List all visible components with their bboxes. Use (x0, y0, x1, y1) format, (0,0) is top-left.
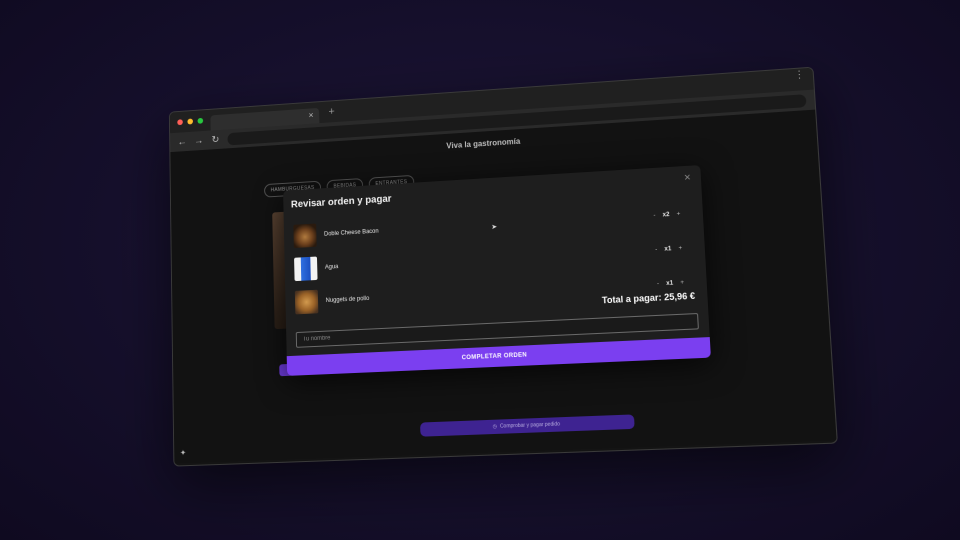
quantity-value: x2 (662, 212, 670, 219)
clock-icon: ◷ (492, 423, 498, 430)
close-window-button[interactable] (177, 119, 183, 126)
decrease-button[interactable]: - (653, 213, 655, 219)
checkout-button[interactable]: ◷ Comprobar y pagar pedido (420, 414, 635, 437)
page-content: Viva la gastronomía HAMBURGUESAS BEBIDAS… (170, 109, 837, 464)
water-thumbnail (294, 256, 318, 282)
increase-button[interactable]: + (680, 280, 684, 286)
close-icon[interactable]: × (684, 172, 691, 184)
increase-button[interactable]: + (678, 246, 682, 252)
burger-thumbnail (293, 223, 317, 249)
quantity-value: x1 (664, 246, 672, 253)
decrease-button[interactable]: - (655, 247, 657, 253)
back-arrow-icon[interactable]: ← (177, 136, 186, 147)
modal-title: Revisar orden y pagar (290, 193, 392, 211)
quantity-value: x1 (666, 280, 674, 287)
reload-icon[interactable]: ↻ (211, 134, 220, 145)
forward-arrow-icon[interactable]: → (194, 135, 203, 146)
order-review-modal: Revisar orden y pagar × Doble Cheese Bac… (283, 165, 711, 376)
window-controls (170, 117, 211, 126)
minimize-window-button[interactable] (187, 118, 193, 125)
browser-menu-icon[interactable]: ⋮ (794, 69, 805, 81)
increase-button[interactable]: + (677, 211, 681, 217)
sparkle-icon[interactable]: ✦ (180, 448, 186, 457)
checkout-button-label: Comprobar y pagar pedido (499, 421, 561, 430)
decrease-button[interactable]: - (657, 281, 659, 287)
item-name: Agua (324, 264, 339, 271)
mouse-cursor-icon: ➤ (491, 223, 498, 232)
nuggets-thumbnail (294, 289, 319, 315)
maximize-window-button[interactable] (197, 117, 204, 124)
quantity-stepper: - x1 + (657, 280, 684, 287)
item-name: Doble Cheese Bacon (324, 228, 379, 238)
item-name: Nuggets de pollo (325, 295, 370, 305)
browser-window: × + ⋮ ← → ↻ Viva la gastronomía HAMBURGU… (168, 66, 838, 467)
stage: × + ⋮ ← → ↻ Viva la gastronomía HAMBURGU… (0, 0, 960, 540)
new-tab-icon[interactable]: + (328, 106, 334, 118)
close-tab-icon[interactable]: × (308, 110, 313, 120)
quantity-stepper: - x2 + (653, 211, 680, 219)
quantity-stepper: - x1 + (655, 246, 682, 253)
